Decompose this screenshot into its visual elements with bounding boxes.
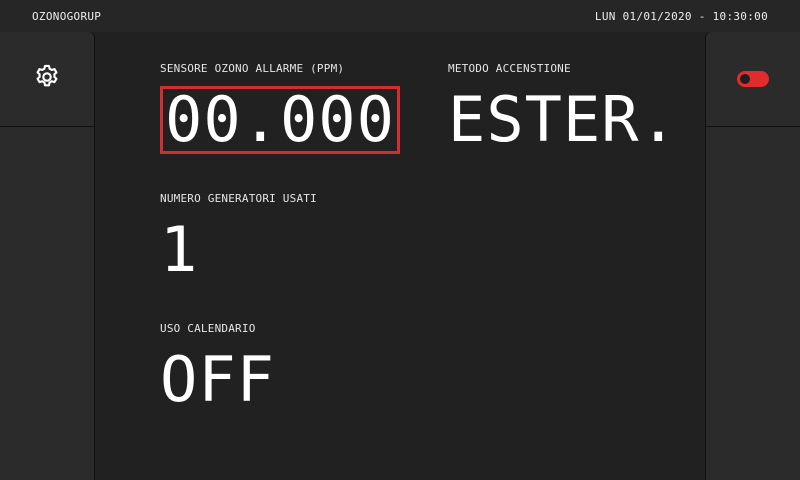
brand-name: OZONOGORUP [32, 10, 102, 23]
calendar-label: USO CALENDARIO [160, 322, 256, 335]
start-method-value[interactable]: ESTER. [448, 89, 678, 151]
settings-button[interactable] [0, 32, 94, 127]
ozone-alarm-value[interactable]: 00.000 [160, 86, 400, 154]
ozone-alarm-label: SENSORE OZONO ALLARME (PPM) [160, 62, 345, 75]
power-toggle-button[interactable] [706, 32, 800, 127]
generators-value[interactable]: 1 [160, 219, 198, 281]
calendar-value[interactable]: OFF [160, 349, 275, 411]
left-sidebar [0, 32, 95, 480]
date-time: LUN 01/01/2020 - 10:30:00 [594, 10, 768, 23]
gear-icon [33, 63, 61, 95]
generators-label: NUMERO GENERATORI USATI [160, 192, 317, 205]
toggle-icon [737, 71, 769, 87]
right-sidebar [705, 32, 800, 480]
top-bar: OZONOGORUP LUN 01/01/2020 - 10:30:00 [0, 0, 800, 32]
toggle-knob [740, 74, 750, 84]
start-method-label: METODO ACCENSTIONE [448, 62, 571, 75]
